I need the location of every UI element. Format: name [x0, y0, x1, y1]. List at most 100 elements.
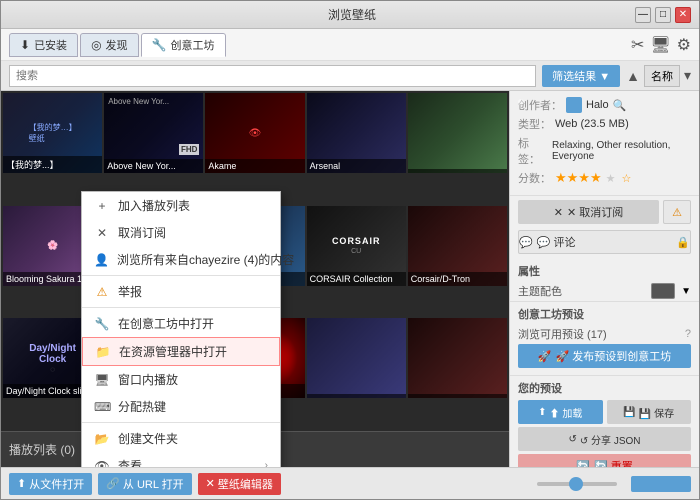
context-menu: + 加入播放列表 ✕ 取消订阅 👤 浏览所有来自chayezire (4)的内容…: [81, 191, 281, 467]
author-icon: 👤: [94, 253, 109, 267]
author-avatar: [566, 97, 582, 113]
sort-up-icon[interactable]: ▲: [626, 68, 640, 84]
minimize-button[interactable]: —: [635, 7, 651, 23]
bookmark-icon[interactable]: ☆: [622, 172, 632, 185]
ctx-separator-3: [82, 422, 280, 423]
ctx-hotkey[interactable]: ⌨ 分配热键: [82, 393, 280, 420]
unsub-icon: ✕: [554, 206, 563, 219]
report-button[interactable]: ⚠: [663, 200, 691, 224]
workshop-available-label: 浏览可用预设 (17): [518, 326, 681, 342]
window-controls: — □ ✕: [635, 7, 691, 23]
author-name: Halo: [586, 99, 609, 111]
toolbar-icons: ✂ 🖥 ⚙: [631, 35, 691, 55]
folder-icon: 📂: [94, 432, 110, 446]
workshop-icon: 🔧: [152, 38, 167, 52]
add-icon: +: [94, 199, 110, 213]
accent-bar-bottom: [631, 476, 691, 492]
grid-item-4[interactable]: Arsenal: [307, 93, 406, 173]
ctx-browse-author[interactable]: 👤 浏览所有来自chayezire (4)的内容: [82, 246, 280, 273]
type-val: Web (23.5 MB): [555, 118, 629, 130]
scissors-icon[interactable]: ✂: [631, 35, 644, 55]
ctx-separator-1: [82, 275, 280, 276]
monitor-icon[interactable]: 🖥: [650, 35, 670, 55]
close-button[interactable]: ✕: [675, 7, 691, 23]
open-file-btn[interactable]: ⬆ 从文件打开: [9, 473, 92, 495]
open-url-btn[interactable]: 🔗 从 URL 打开: [98, 473, 191, 495]
share-icon: ↺: [569, 434, 577, 445]
submenu-arrow: ›: [265, 460, 268, 467]
tags-key: 标签：: [518, 135, 548, 167]
discover-icon: ◎: [91, 38, 101, 52]
load-icon: ⬆: [538, 407, 546, 418]
color-swatch[interactable]: [651, 283, 675, 299]
playlist-label: 播放列表 (0): [9, 441, 75, 458]
installed-icon: ⬇: [20, 38, 30, 52]
ctx-view[interactable]: 👁 查看 ›: [82, 452, 280, 467]
ctx-create-folder[interactable]: 📂 创建文件夹: [82, 425, 280, 452]
publish-workshop-btn[interactable]: 🚀 🚀 发布预设到创意工坊: [518, 344, 691, 368]
type-row: 类型： Web (23.5 MB): [518, 116, 691, 132]
theme-label: 主题配色: [518, 283, 645, 299]
slider-thumb: [569, 477, 583, 491]
tab-discover[interactable]: ◎ 发现: [80, 33, 138, 57]
right-panel: · Rainy Day 创作者： Halo 🔍 类型： Web (23.5 MB…: [509, 91, 699, 467]
tags-row: 标签： Relaxing, Other resolution, Everyone: [518, 135, 691, 167]
filter-icon: ▼: [599, 71, 610, 83]
search-button[interactable]: 筛选结果 ▼: [542, 65, 620, 87]
preview-dot: [518, 99, 524, 105]
ctx-windowed-play[interactable]: 🖥 窗口内播放: [82, 366, 280, 393]
share-row: ↺ ↺ 分享 JSON: [518, 427, 691, 451]
props-section-title: 属性: [510, 259, 699, 281]
ctx-add-playlist[interactable]: + 加入播放列表: [82, 192, 280, 219]
window-title: 浏览壁纸: [69, 6, 635, 23]
editor-btn[interactable]: ✕ 壁纸编辑器: [198, 473, 281, 495]
stars: ★★★★: [555, 170, 602, 186]
ctx-open-workshop[interactable]: 🔧 在创意工坊中打开: [82, 310, 280, 337]
settings-icon[interactable]: ⚙: [677, 35, 691, 55]
grid-item-15[interactable]: [408, 318, 507, 398]
grid-item-5[interactable]: [408, 93, 507, 173]
view-icon: 👁: [94, 459, 110, 468]
rating-key: 分数：: [518, 170, 551, 186]
grid-item-10[interactable]: Corsair/D-Tron: [408, 206, 507, 286]
sort-area: ▲ 名称 ▾: [626, 65, 691, 87]
grid-item-9[interactable]: CORSAIR CU CORSAIR Collection: [307, 206, 406, 286]
ctx-unsubscribe[interactable]: ✕ 取消订阅: [82, 219, 280, 246]
ctx-report[interactable]: ⚠ 举报: [82, 278, 280, 305]
gallery-area: 【我的梦…】壁纸 【我的梦...】 Above New Yor... FHD A…: [1, 91, 509, 467]
ctx-open-explorer[interactable]: 📁 在资源管理器中打开: [82, 337, 280, 366]
window-play-icon: 🖥: [94, 373, 110, 387]
tab-installed[interactable]: ⬇ 已安装: [9, 33, 78, 57]
volume-slider[interactable]: [537, 482, 617, 486]
sort-down-icon[interactable]: ▾: [684, 67, 691, 84]
unsub-button[interactable]: ✕ ✕ 取消订阅: [518, 200, 659, 224]
grid-item-3[interactable]: 👁 Akame: [205, 93, 304, 173]
author-search-icon[interactable]: 🔍: [613, 99, 627, 112]
grid-item-1[interactable]: 【我的梦…】壁纸 【我的梦...】: [3, 93, 102, 173]
save-btn[interactable]: 💾 💾 保存: [607, 400, 692, 424]
slider-area: [537, 482, 617, 486]
report-warn-icon: ⚠: [672, 206, 682, 219]
dropdown-arrow[interactable]: ▼: [681, 286, 691, 297]
tab-workshop[interactable]: 🔧 创意工坊: [141, 33, 226, 57]
theme-row: 主题配色 ▼: [510, 281, 699, 301]
star-empty: ★: [606, 172, 616, 185]
search-input[interactable]: [9, 65, 536, 87]
comment-button[interactable]: 💬 💬 评论 🔒: [518, 230, 691, 254]
action-buttons: ✕ ✕ 取消订阅 ⚠ 💬 💬 评论 🔒: [510, 196, 699, 259]
maximize-button[interactable]: □: [655, 7, 671, 23]
reset-icon: 🔄: [576, 460, 590, 468]
sort-label[interactable]: 名称: [644, 65, 680, 87]
workshop-open-icon: 🔧: [94, 317, 110, 331]
grid-item-14[interactable]: [307, 318, 406, 398]
editor-icon: ✕: [206, 477, 215, 490]
url-icon: 🔗: [106, 477, 120, 490]
help-icon[interactable]: ?: [685, 328, 691, 340]
load-btn[interactable]: ⬆ ⬆ 加载: [518, 400, 603, 424]
reset-btn[interactable]: 🔄 🔄 重置: [518, 454, 691, 467]
report-icon: ⚠: [94, 285, 110, 299]
grid-item-2[interactable]: Above New Yor... FHD Above New Yor...: [104, 93, 203, 173]
tab-bar: ⬇ 已安装 ◎ 发现 🔧 创意工坊: [9, 33, 226, 57]
file-icon: ⬆: [17, 477, 26, 490]
share-btn[interactable]: ↺ ↺ 分享 JSON: [518, 427, 691, 451]
